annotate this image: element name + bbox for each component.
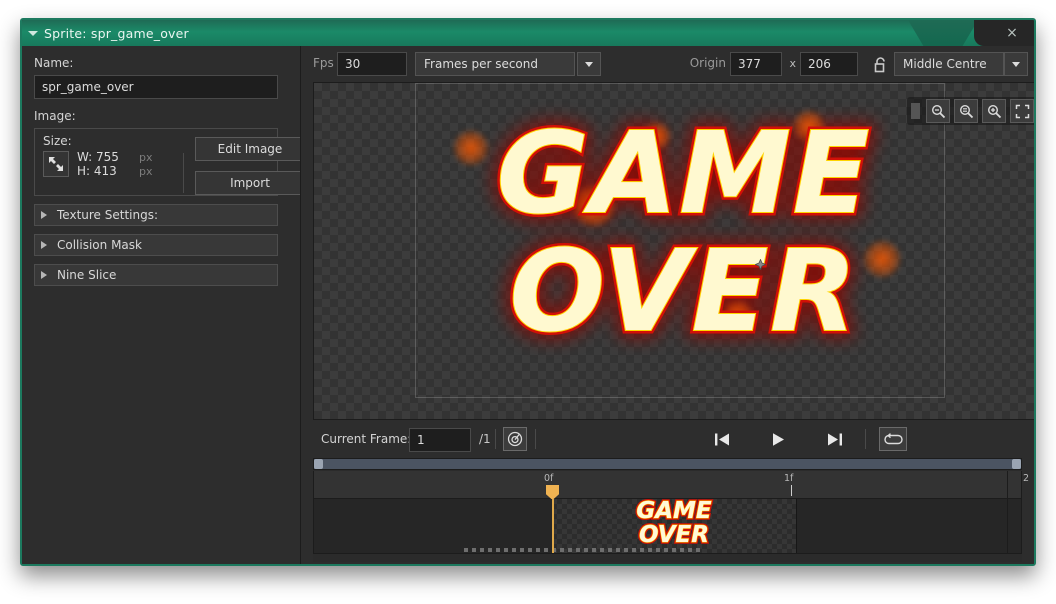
scroll-handle-right[interactable] xyxy=(1012,459,1021,469)
origin-x-input[interactable]: 377 xyxy=(730,52,782,76)
chevron-down-icon[interactable] xyxy=(577,52,601,76)
section-label: Nine Slice xyxy=(57,268,117,282)
sprite-image: GAME OVER GAME OVER GAME OVER xyxy=(394,91,974,401)
origin-separator: x xyxy=(789,57,796,70)
skip-to-start-button[interactable] xyxy=(709,428,735,450)
collapse-icon[interactable] xyxy=(22,20,44,46)
timeline-track[interactable]: GAME OVER GAME OVER xyxy=(313,499,1022,554)
origin-marker-icon xyxy=(754,255,767,271)
playhead-handle[interactable] xyxy=(546,485,559,500)
window-title: Sprite: spr_game_over xyxy=(44,25,189,41)
lock-icon[interactable] xyxy=(868,52,892,76)
animation-timeline: 0f 1f 2 GAME OVER GAME OVER xyxy=(313,458,1029,562)
frame-thumbnail-image: GAME OVER GAME OVER xyxy=(614,499,734,553)
onion-skin-icon[interactable] xyxy=(503,427,527,451)
chevron-right-icon xyxy=(41,211,47,219)
editor-area: Fps 30 Frames per second Origin 377 x 20… xyxy=(301,46,1034,564)
frame-controls-bar: Current Frame: 1 /1 xyxy=(313,426,1034,454)
height-unit: px xyxy=(139,165,153,178)
chevron-right-icon xyxy=(41,271,47,279)
divider xyxy=(495,429,496,449)
sprite-text-inner1: GAME xyxy=(496,108,872,240)
current-frame-label: Current Frame: xyxy=(321,432,412,446)
section-label: Collision Mask xyxy=(57,238,142,252)
frame-thumbnail-cell[interactable]: GAME OVER GAME OVER xyxy=(552,499,797,553)
chevron-right-icon xyxy=(41,241,47,249)
window-title-bar[interactable]: Sprite: spr_game_over × xyxy=(22,20,1034,46)
section-label: Texture Settings: xyxy=(57,208,159,222)
fps-mode-select[interactable]: Frames per second xyxy=(415,52,575,76)
thumbnail-inner1: GAME xyxy=(636,499,712,525)
thumbnail-inner2: OVER xyxy=(639,522,710,549)
close-icon[interactable]: × xyxy=(990,20,1034,46)
section-nine-slice[interactable]: Nine Slice xyxy=(34,264,278,286)
sprite-canvas[interactable]: GAME OVER GAME OVER GAME OVER xyxy=(313,82,1034,420)
image-label: Image: xyxy=(34,109,76,123)
import-button[interactable]: Import xyxy=(195,171,305,195)
origin-y-input[interactable]: 206 xyxy=(800,52,858,76)
properties-panel: Name: spr_game_over Image: Size: W: 755 … xyxy=(22,46,305,564)
resize-icon[interactable] xyxy=(43,151,69,177)
fit-to-window-icon[interactable] xyxy=(1010,99,1034,123)
timeline-horizontal-grip[interactable] xyxy=(464,548,704,552)
section-texture-settings[interactable]: Texture Settings: xyxy=(34,204,278,226)
loop-icon[interactable] xyxy=(879,427,907,451)
tick-label: 1f xyxy=(784,473,794,484)
image-height-value: H: 413 xyxy=(77,164,117,178)
edit-image-button[interactable]: Edit Image xyxy=(195,137,305,161)
tick-label: 2 xyxy=(1023,473,1030,484)
drag-handle[interactable] xyxy=(911,103,920,119)
title-notch-decoration xyxy=(908,20,978,46)
sprite-name-input[interactable]: spr_game_over xyxy=(34,75,278,99)
tick-mark xyxy=(791,485,792,496)
skip-to-end-button[interactable] xyxy=(821,428,847,450)
window-body: Name: spr_game_over Image: Size: W: 755 … xyxy=(22,46,1034,564)
chevron-down-icon[interactable] xyxy=(1004,52,1028,76)
name-label: Name: xyxy=(34,56,74,70)
sprite-editor-window: Sprite: spr_game_over × Name: spr_game_o… xyxy=(20,18,1036,566)
total-frames-label: /1 xyxy=(479,432,491,446)
zoom-controls xyxy=(907,97,1034,125)
sprite-toolbar: Fps 30 Frames per second Origin 377 x 20… xyxy=(301,46,1034,82)
section-collision-mask[interactable]: Collision Mask xyxy=(34,234,278,256)
zoom-in-icon[interactable] xyxy=(982,99,1006,123)
current-frame-input[interactable]: 1 xyxy=(409,428,471,452)
sprite-text-inner2: OVER xyxy=(509,226,859,358)
width-unit: px xyxy=(139,151,153,164)
playhead-line xyxy=(552,499,554,553)
divider xyxy=(1007,471,1008,554)
origin-preset-select[interactable]: Middle Centre xyxy=(894,52,1004,76)
zoom-out-icon[interactable] xyxy=(926,99,950,123)
divider xyxy=(535,429,536,449)
scroll-handle-left[interactable] xyxy=(314,459,323,469)
origin-label: Origin xyxy=(689,56,726,70)
tick-label: 0f xyxy=(544,473,554,484)
fps-input[interactable]: 30 xyxy=(337,52,407,76)
timeline-scrollbar[interactable] xyxy=(313,458,1022,470)
divider xyxy=(865,429,866,449)
zoom-reset-icon[interactable] xyxy=(954,99,978,123)
fps-label: Fps xyxy=(313,56,334,70)
timeline-ruler[interactable]: 0f 1f 2 xyxy=(313,471,1029,500)
play-button[interactable] xyxy=(765,428,791,450)
image-size-box: Size: W: 755 px H: 413 px Edit Image Imp… xyxy=(34,128,305,196)
image-width-value: W: 755 xyxy=(77,150,119,164)
divider xyxy=(183,153,184,193)
